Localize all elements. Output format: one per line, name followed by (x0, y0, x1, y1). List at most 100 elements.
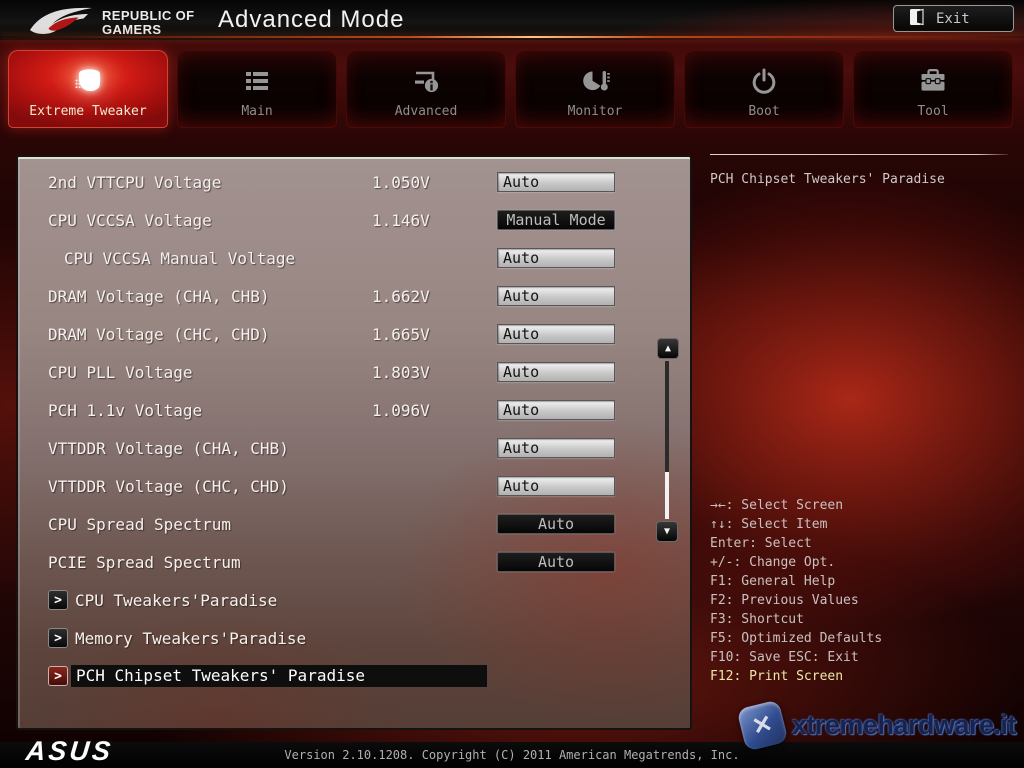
setting-label: PCIE Spread Spectrum (48, 553, 241, 572)
setting-label: CPU PLL Voltage (48, 363, 193, 382)
brand-line2: GAMERS (102, 22, 161, 37)
setting-option[interactable]: Auto (497, 476, 615, 496)
exit-button[interactable]: Exit (893, 5, 1014, 32)
setting-label: 2nd VTTCPU Voltage (48, 173, 221, 192)
setting-row[interactable]: CPU VCCSA Voltage 1.146V Manual Mode (18, 201, 690, 239)
scroll-up-icon: ▲ (665, 343, 671, 354)
settings-panel: 2nd VTTCPU Voltage 1.050V Auto CPU VCCSA… (16, 155, 692, 730)
tweaker-icon (71, 62, 105, 100)
tab-label: Monitor (568, 104, 623, 119)
tab-label: Extreme Tweaker (29, 104, 146, 119)
submenu-label: CPU Tweakers'Paradise (71, 590, 281, 611)
setting-option[interactable]: Auto (497, 400, 615, 420)
version-text: Version 2.10.1208. Copyright (C) 2011 Am… (0, 742, 1024, 768)
help-line: →←: Select Screen (710, 496, 882, 515)
setting-option[interactable]: Auto (497, 438, 615, 458)
setting-option[interactable]: Auto (497, 514, 615, 534)
setting-option[interactable]: Auto (497, 286, 615, 306)
footer-bar: ASUS Version 2.10.1208. Copyright (C) 20… (0, 742, 1024, 768)
setting-option[interactable]: Manual Mode (497, 210, 615, 230)
setting-label: PCH 1.1v Voltage (48, 401, 202, 420)
help-line: F3: Shortcut (710, 610, 882, 629)
tab-label: Main (241, 104, 272, 119)
help-line: F5: Optimized Defaults (710, 629, 882, 648)
scrollbar-track[interactable] (665, 361, 669, 519)
setting-label: CPU VCCSA Manual Voltage (64, 249, 295, 268)
setting-label: CPU VCCSA Voltage (48, 211, 212, 230)
tab-label: Advanced (395, 104, 458, 119)
setting-row[interactable]: PCH 1.1v Voltage 1.096V Auto (18, 391, 690, 429)
setting-value: 1.050V (372, 173, 430, 192)
tab-monitor[interactable]: Monitor (515, 50, 675, 128)
setting-row[interactable]: CPU VCCSA Manual Voltage Auto (18, 239, 690, 277)
setting-value: 1.662V (372, 287, 430, 306)
advanced-info-icon (411, 62, 441, 100)
gauge-thermometer-icon (580, 62, 610, 100)
setting-row[interactable]: DRAM Voltage (CHC, CHD) 1.665V Auto (18, 315, 690, 353)
setting-value: 1.665V (372, 325, 430, 344)
help-line: F10: Save ESC: Exit (710, 648, 882, 667)
submenu-row-memory-tweakers-paradise[interactable]: > Memory Tweakers'Paradise (18, 619, 690, 657)
header-glow-line (0, 36, 1024, 38)
power-icon (749, 62, 779, 100)
settings-rows: 2nd VTTCPU Voltage 1.050V Auto CPU VCCSA… (18, 163, 690, 695)
help-line: +/-: Change Opt. (710, 553, 882, 572)
help-line: ↑↓: Select Item (710, 515, 882, 534)
setting-option[interactable]: Auto (497, 552, 615, 572)
help-line: F12: Print Screen (710, 667, 882, 686)
setting-value: 1.096V (372, 401, 430, 420)
tab-label: Boot (748, 104, 779, 119)
setting-row[interactable]: VTTDDR Voltage (CHC, CHD) Auto (18, 467, 690, 505)
exit-label: Exit (936, 11, 970, 27)
submenu-label: PCH Chipset Tweakers' Paradise (71, 665, 487, 687)
submenu-arrow-icon: > (48, 666, 68, 686)
tab-boot[interactable]: Boot (684, 50, 844, 128)
setting-value: 1.803V (372, 363, 430, 382)
scroll-down-button[interactable]: ▼ (656, 521, 678, 542)
tab-label: Tool (917, 104, 948, 119)
setting-label: DRAM Voltage (CHA, CHB) (48, 287, 270, 306)
scroll-up-button[interactable]: ▲ (657, 338, 679, 359)
asus-logo: ASUS (24, 736, 114, 767)
tab-bar: Extreme Tweaker Main Advanced (8, 50, 1013, 128)
setting-row[interactable]: CPU PLL Voltage 1.803V Auto (18, 353, 690, 391)
setting-label: CPU Spread Spectrum (48, 515, 231, 534)
sidebar-divider (710, 154, 1008, 155)
submenu-row-pch-chipset-tweakers-paradise[interactable]: > PCH Chipset Tweakers' Paradise (18, 657, 690, 695)
tab-main[interactable]: Main (177, 50, 337, 128)
submenu-label: Memory Tweakers'Paradise (71, 628, 310, 649)
setting-label: DRAM Voltage (CHC, CHD) (48, 325, 270, 344)
help-line: F2: Previous Values (710, 591, 882, 610)
setting-row[interactable]: CPU Spread Spectrum Auto (18, 505, 690, 543)
setting-option[interactable]: Auto (497, 172, 615, 192)
submenu-row-cpu-tweakers-paradise[interactable]: > CPU Tweakers'Paradise (18, 581, 690, 619)
help-sidebar: PCH Chipset Tweakers' Paradise (710, 154, 1008, 187)
setting-row[interactable]: VTTDDR Voltage (CHA, CHB) Auto (18, 429, 690, 467)
setting-row[interactable]: PCIE Spread Spectrum Auto (18, 543, 690, 581)
setting-value: 1.146V (372, 211, 430, 230)
sidebar-selected-item-title: PCH Chipset Tweakers' Paradise (710, 172, 1008, 187)
toolbox-icon (918, 62, 948, 100)
tab-extreme-tweaker[interactable]: Extreme Tweaker (8, 50, 168, 128)
submenu-arrow-icon: > (48, 628, 68, 648)
scrollbar-thumb[interactable] (665, 472, 669, 519)
setting-option[interactable]: Auto (497, 324, 615, 344)
setting-row[interactable]: 2nd VTTCPU Voltage 1.050V Auto (18, 163, 690, 201)
tab-tool[interactable]: Tool (853, 50, 1013, 128)
setting-row[interactable]: DRAM Voltage (CHA, CHB) 1.662V Auto (18, 277, 690, 315)
setting-label: VTTDDR Voltage (CHA, CHB) (48, 439, 289, 458)
brand-line1: REPUBLIC OF (102, 8, 195, 23)
tab-advanced[interactable]: Advanced (346, 50, 506, 128)
key-help-list: →←: Select Screen ↑↓: Select Item Enter:… (710, 496, 882, 686)
setting-option[interactable]: Auto (497, 362, 615, 382)
exit-door-icon (909, 8, 924, 30)
scroll-down-icon: ▼ (664, 526, 670, 537)
header-bar: REPUBLIC OF GAMERS Advanced Mode Exit (0, 0, 1024, 40)
help-line: Enter: Select (710, 534, 882, 553)
page-title: Advanced Mode (218, 6, 404, 34)
brand-text: REPUBLIC OF GAMERS (102, 9, 195, 37)
help-line: F1: General Help (710, 572, 882, 591)
setting-option[interactable]: Auto (497, 248, 615, 268)
list-icon (242, 62, 272, 100)
submenu-arrow-icon: > (48, 590, 68, 610)
